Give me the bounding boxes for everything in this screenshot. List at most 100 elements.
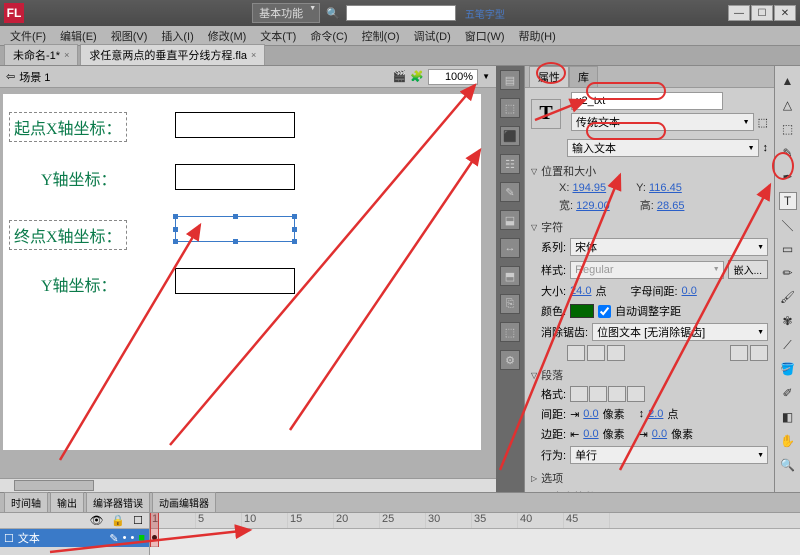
dock-icon[interactable]: ☷: [500, 154, 520, 174]
w-value[interactable]: 129.00: [576, 200, 610, 212]
menu-view[interactable]: 视图(V): [105, 26, 154, 46]
rectangle-tool[interactable]: ▭: [779, 240, 797, 258]
antialias-dropdown[interactable]: 位图文本 [无消除锯齿]: [592, 323, 768, 341]
subselection-tool[interactable]: △: [779, 96, 797, 114]
size-value[interactable]: 24.0: [570, 285, 591, 297]
tab-library[interactable]: 库: [569, 66, 598, 87]
menu-text[interactable]: 文本(T): [254, 26, 302, 46]
menu-edit[interactable]: 编辑(E): [54, 26, 103, 46]
tab-motion-editor[interactable]: 动画编辑器: [152, 492, 216, 512]
font-style-dropdown[interactable]: Regular: [570, 261, 724, 279]
dock-icon[interactable]: ⬚: [500, 322, 520, 342]
menu-file[interactable]: 文件(F): [4, 26, 52, 46]
indent-value[interactable]: 0.0: [583, 408, 598, 420]
superscript-button[interactable]: [730, 345, 748, 361]
menu-control[interactable]: 控制(O): [356, 26, 406, 46]
direction-icon[interactable]: ↕: [763, 142, 769, 154]
twist-icon[interactable]: ▽: [531, 371, 537, 380]
tab-compiler-errors[interactable]: 编译器错误: [86, 492, 150, 512]
lasso-tool[interactable]: ✎: [779, 144, 797, 162]
layer-name[interactable]: 文本: [18, 530, 40, 546]
menu-insert[interactable]: 插入(I): [155, 26, 199, 46]
eraser-tool[interactable]: ◧: [779, 408, 797, 426]
render-html-toggle[interactable]: [587, 345, 605, 361]
chain-icon[interactable]: ⬚: [758, 116, 768, 129]
align-left-button[interactable]: [570, 386, 588, 402]
leading-value[interactable]: 2.0: [648, 408, 663, 420]
eye-icon[interactable]: 👁: [89, 514, 103, 527]
frames-area[interactable]: 151015202530354045: [150, 513, 800, 555]
dock-icon[interactable]: ▤: [500, 70, 520, 90]
font-family-dropdown[interactable]: 宋体: [570, 238, 768, 256]
close-button[interactable]: ✕: [774, 5, 796, 21]
text-field[interactable]: [175, 164, 295, 190]
align-right-button[interactable]: [608, 386, 626, 402]
tab-properties[interactable]: 属性: [529, 66, 569, 87]
text-field[interactable]: [175, 268, 295, 294]
line-behavior-dropdown[interactable]: 单行: [570, 446, 768, 464]
text-field[interactable]: [175, 112, 295, 138]
maxchars-value[interactable]: 0: [603, 491, 609, 492]
paint-bucket-tool[interactable]: 🪣: [779, 360, 797, 378]
dock-icon[interactable]: ⬚: [500, 98, 520, 118]
dock-icon[interactable]: ⬓: [500, 210, 520, 230]
playhead[interactable]: [150, 513, 159, 547]
dock-icon[interactable]: ↔: [500, 238, 520, 258]
maximize-button[interactable]: ☐: [751, 5, 773, 21]
dock-icon[interactable]: ⎘: [500, 294, 520, 314]
search-input[interactable]: [346, 5, 456, 21]
h-value[interactable]: 28.65: [657, 200, 685, 212]
instance-name-input[interactable]: [571, 92, 723, 110]
margin-right-value[interactable]: 0.0: [652, 428, 667, 440]
hand-tool[interactable]: ✋: [779, 432, 797, 450]
horizontal-scrollbar[interactable]: [0, 478, 496, 492]
brush-tool[interactable]: 🖌: [779, 288, 797, 306]
margin-left-value[interactable]: 0.0: [583, 428, 598, 440]
twist-icon[interactable]: ▷: [531, 474, 537, 483]
text-field-selected[interactable]: [175, 216, 295, 242]
tab-timeline[interactable]: 时间轴: [4, 492, 48, 512]
x-value[interactable]: 194.95: [572, 182, 606, 194]
zoom-input[interactable]: 100%: [428, 69, 478, 85]
tab-output[interactable]: 输出: [50, 492, 84, 512]
autokern-checkbox[interactable]: [598, 305, 611, 318]
pen-tool[interactable]: ✒: [779, 168, 797, 186]
text-type-dropdown[interactable]: 输入文本: [567, 139, 759, 157]
stage-canvas[interactable]: 起点X轴坐标： Y轴坐标： 终点X轴坐标： Y轴坐标：: [3, 94, 481, 450]
tracking-value[interactable]: 0.0: [682, 285, 697, 297]
twist-icon[interactable]: ▽: [531, 167, 537, 176]
subscript-button[interactable]: [750, 345, 768, 361]
color-swatch[interactable]: [570, 304, 594, 318]
eyedropper-tool[interactable]: ✐: [779, 384, 797, 402]
pencil-tool[interactable]: ✏: [779, 264, 797, 282]
dock-icon[interactable]: ✎: [500, 182, 520, 202]
embed-button[interactable]: 嵌入...: [728, 260, 768, 279]
layer-row[interactable]: ☐ 文本 ✎ ••■: [0, 529, 149, 547]
dock-icon[interactable]: ⬛: [500, 126, 520, 146]
doc-tab-current[interactable]: 求任意两点的垂直平分线方程.fla ×: [80, 44, 265, 65]
align-justify-button[interactable]: [627, 386, 645, 402]
dock-icon[interactable]: ⬒: [500, 266, 520, 286]
selectable-toggle[interactable]: [567, 345, 585, 361]
menu-debug[interactable]: 调试(D): [408, 26, 457, 46]
lock-icon[interactable]: 🔒: [111, 514, 125, 527]
doc-tab-untitled[interactable]: 未命名-1* ×: [4, 44, 78, 65]
text-tool[interactable]: T: [779, 192, 797, 210]
dock-icon[interactable]: ⚙: [500, 350, 520, 370]
line-tool[interactable]: ＼: [779, 216, 797, 234]
scene-back-icon[interactable]: ⇦: [6, 70, 15, 83]
menu-window[interactable]: 窗口(W): [459, 26, 511, 46]
menu-modify[interactable]: 修改(M): [202, 26, 253, 46]
free-transform-tool[interactable]: ⬚: [779, 120, 797, 138]
scene-name[interactable]: 场景 1: [19, 69, 50, 85]
workspace-dropdown[interactable]: 基本功能: [252, 3, 320, 23]
text-engine-dropdown[interactable]: 传统文本: [571, 113, 754, 131]
align-center-button[interactable]: [589, 386, 607, 402]
bone-tool[interactable]: ⟋: [779, 336, 797, 354]
edit-symbol-icon[interactable]: 🧩: [410, 70, 424, 83]
border-toggle[interactable]: [607, 345, 625, 361]
menu-commands[interactable]: 命令(C): [304, 26, 353, 46]
edit-scene-icon[interactable]: 🎬: [393, 70, 407, 83]
menu-help[interactable]: 帮助(H): [513, 26, 562, 46]
twist-icon[interactable]: ▽: [531, 223, 537, 232]
